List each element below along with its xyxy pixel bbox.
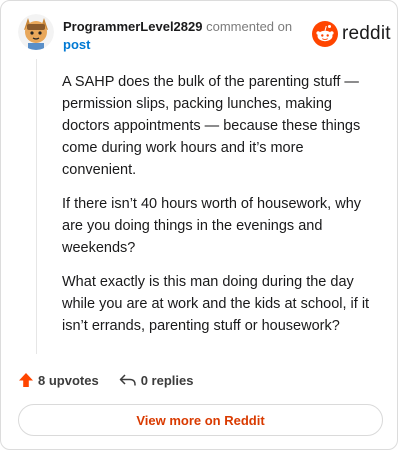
upvote-count: 8 upvotes: [38, 372, 99, 388]
reddit-logo-icon: [312, 21, 338, 47]
avatar[interactable]: [18, 14, 54, 50]
username-link[interactable]: ProgrammerLevel2829: [63, 19, 202, 34]
reply-count: 0 replies: [140, 372, 194, 388]
upvote-arrow-icon: [19, 373, 33, 387]
reddit-wordmark: reddit: [342, 23, 391, 44]
post-link[interactable]: post: [63, 37, 90, 52]
reply-arrow-icon: [119, 374, 136, 386]
reddit-logo[interactable]: reddit: [312, 21, 391, 47]
comment-header: ProgrammerLevel2829 commented on post: [63, 18, 303, 54]
thread-line: [36, 59, 37, 354]
comment-paragraph: A SAHP does the bulk of the parenting st…: [62, 74, 361, 178]
avatar-icon: [18, 14, 54, 50]
comment-footer: 8 upvotes 0 replies: [18, 370, 193, 390]
upvotes[interactable]: 8 upvotes: [18, 372, 99, 388]
replies[interactable]: 0 replies: [119, 372, 194, 388]
comment-paragraph: If there isn’t 40 hours worth of housewo…: [62, 196, 362, 256]
comment-embed-card: ProgrammerLevel2829 commented on post re…: [0, 0, 398, 450]
action-text: commented on: [206, 19, 293, 34]
view-more-button[interactable]: View more on Reddit: [18, 404, 383, 436]
comment-body: A SAHP does the bulk of the parenting st…: [62, 71, 380, 349]
comment-paragraph: What exactly is this man doing during th…: [62, 274, 370, 334]
